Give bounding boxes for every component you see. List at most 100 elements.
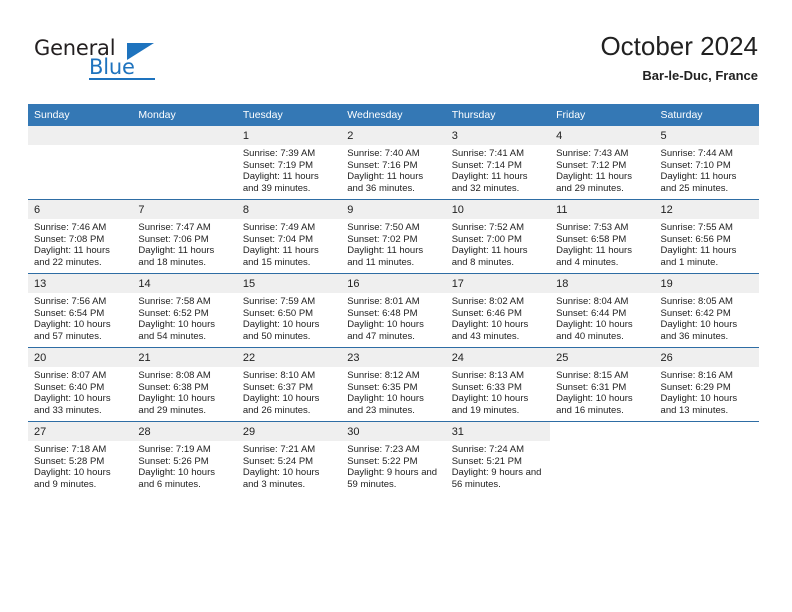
day-number: 31 xyxy=(445,422,551,441)
general-blue-logo[interactable]: General Blue xyxy=(34,36,164,86)
calendar-day-cell[interactable]: 1 Sunrise: 7:39 AM Sunset: 7:19 PM Daylight… xyxy=(236,126,342,200)
day-number: 6 xyxy=(28,200,133,219)
calendar-day-cell[interactable]: 21 Sunrise: 8:08 AM Sunset: 6:38 PM Dayligh… xyxy=(132,347,237,422)
day-cell-details: Sunrise: 8:12 AM Sunset: 6:35 PM Daylight:… xyxy=(341,367,445,416)
sunset-text: Sunset: 7:14 PM xyxy=(451,159,522,171)
sunset-text: Sunset: 6:56 PM xyxy=(660,233,731,245)
sunrise-text: Sunrise: 8:08 AM xyxy=(138,370,211,381)
calendar-day-cell[interactable]: 11 Sunrise: 7:53 AM Sunset: 6:58 PM Dayligh… xyxy=(550,199,655,274)
sunset-text: Sunset: 7:12 PM xyxy=(556,159,627,171)
calendar-day-cell[interactable]: 8 Sunrise: 7:49 AM Sunset: 7:04 PM Daylight… xyxy=(236,199,342,274)
daylight-text: Daylight: 11 hours and 4 minutes. xyxy=(556,245,632,268)
calendar-day-cell[interactable]: 7 Sunrise: 7:47 AM Sunset: 7:06 PM Daylight… xyxy=(132,199,237,274)
sunset-text: Sunset: 6:48 PM xyxy=(347,307,418,319)
day-number: 11 xyxy=(550,200,655,219)
day-cell-details: Sunrise: 8:10 AM Sunset: 6:37 PM Daylight:… xyxy=(237,367,341,416)
sunrise-text: Sunrise: 8:12 AM xyxy=(347,370,420,381)
day-number: 18 xyxy=(550,274,655,293)
daylight-text: Daylight: 10 hours and 50 minutes. xyxy=(242,319,320,342)
sunrise-text: Sunrise: 7:50 AM xyxy=(347,222,420,233)
day-number xyxy=(132,126,237,145)
calendar-day-cell[interactable]: 13 Sunrise: 7:56 AM Sunset: 6:54 PM Dayligh… xyxy=(28,273,133,348)
day-number: 28 xyxy=(132,422,237,441)
day-cell-inner xyxy=(132,126,237,199)
day-number: 29 xyxy=(236,422,342,441)
day-number: 23 xyxy=(341,348,446,367)
calendar-day-cell[interactable]: 19 Sunrise: 8:05 AM Sunset: 6:42 PM Dayligh… xyxy=(654,273,759,348)
calendar-day-cell[interactable]: 27 Sunrise: 7:18 AM Sunset: 5:28 PM Dayligh… xyxy=(28,421,133,495)
day-number: 9 xyxy=(341,200,446,219)
daylight-text: Daylight: 11 hours and 18 minutes. xyxy=(138,245,215,268)
calendar-day-cell[interactable]: 20 Sunrise: 8:07 AM Sunset: 6:40 PM Dayligh… xyxy=(28,347,133,422)
daylight-text: Daylight: 10 hours and 16 minutes. xyxy=(556,393,633,416)
day-cell-details: Sunrise: 7:39 AM Sunset: 7:19 PM Daylight:… xyxy=(237,145,341,194)
calendar-day-cell[interactable]: 4 Sunrise: 7:43 AM Sunset: 7:12 PM Daylight… xyxy=(550,126,655,200)
calendar-day-cell[interactable]: 17 Sunrise: 8:02 AM Sunset: 6:46 PM Dayligh… xyxy=(445,273,551,348)
daylight-text: Daylight: 11 hours and 39 minutes. xyxy=(242,171,319,194)
day-number: 17 xyxy=(445,274,551,293)
calendar-day-cell[interactable]: 14 Sunrise: 7:58 AM Sunset: 6:52 PM Dayligh… xyxy=(132,273,237,348)
calendar-day-cell[interactable]: 18 Sunrise: 8:04 AM Sunset: 6:44 PM Dayligh… xyxy=(550,273,655,348)
day-number: 30 xyxy=(341,422,446,441)
sunset-text: Sunset: 6:38 PM xyxy=(138,381,209,393)
day-number: 26 xyxy=(654,348,759,367)
calendar-day-cell[interactable]: 30 Sunrise: 7:23 AM Sunset: 5:22 PM Dayligh… xyxy=(341,421,446,495)
calendar-day-cell[interactable]: 28 Sunrise: 7:19 AM Sunset: 5:26 PM Dayligh… xyxy=(132,421,237,495)
sunset-text: Sunset: 7:00 PM xyxy=(451,233,522,245)
calendar-day-cell[interactable]: 12 Sunrise: 7:55 AM Sunset: 6:56 PM Dayligh… xyxy=(654,199,759,274)
calendar-day-cell[interactable]: 5 Sunrise: 7:44 AM Sunset: 7:10 PM Daylight… xyxy=(654,126,759,200)
daylight-text: Daylight: 10 hours and 36 minutes. xyxy=(660,319,738,342)
calendar-day-cell[interactable]: 25 Sunrise: 8:15 AM Sunset: 6:31 PM Dayligh… xyxy=(550,347,655,422)
daylight-text: Daylight: 10 hours and 57 minutes. xyxy=(34,319,111,342)
calendar-day-cell-empty xyxy=(654,421,759,495)
sunset-text: Sunset: 5:22 PM xyxy=(347,455,418,467)
day-number: 4 xyxy=(550,126,655,145)
calendar-day-cell[interactable]: 24 Sunrise: 8:13 AM Sunset: 6:33 PM Dayligh… xyxy=(445,347,551,422)
calendar-day-cell[interactable]: 16 Sunrise: 8:01 AM Sunset: 6:48 PM Dayligh… xyxy=(341,273,446,348)
calendar-week-row: 1 Sunrise: 7:39 AM Sunset: 7:19 PM Daylight… xyxy=(28,126,759,200)
calendar-day-cell[interactable]: 3 Sunrise: 7:41 AM Sunset: 7:14 PM Daylight… xyxy=(445,126,551,200)
daylight-text: Daylight: 10 hours and 47 minutes. xyxy=(347,319,424,342)
day-cell-inner: 6 Sunrise: 7:46 AM Sunset: 7:08 PM Daylight… xyxy=(28,200,133,273)
day-cell-inner: 16 Sunrise: 8:01 AM Sunset: 6:48 PM Dayligh… xyxy=(341,274,446,347)
sunrise-text: Sunrise: 8:04 AM xyxy=(556,296,629,307)
calendar-day-cell[interactable]: 2 Sunrise: 7:40 AM Sunset: 7:16 PM Daylight… xyxy=(341,126,446,200)
calendar-header-row: Sunday Monday Tuesday Wednesday Thursday Frid… xyxy=(28,104,759,126)
calendar-day-cell[interactable]: 31 Sunrise: 7:24 AM Sunset: 5:21 PM Dayligh… xyxy=(445,421,551,495)
day-cell-inner: 9 Sunrise: 7:50 AM Sunset: 7:02 PM Daylight… xyxy=(341,200,446,273)
day-cell-inner: 21 Sunrise: 8:08 AM Sunset: 6:38 PM Dayligh… xyxy=(132,348,237,421)
calendar-day-cell[interactable]: 9 Sunrise: 7:50 AM Sunset: 7:02 PM Daylight… xyxy=(341,199,446,274)
calendar-day-cell[interactable]: 23 Sunrise: 8:12 AM Sunset: 6:35 PM Dayligh… xyxy=(341,347,446,422)
daylight-text: Daylight: 9 hours and 56 minutes. xyxy=(451,467,542,490)
weekday-header-saturday: Saturday xyxy=(654,104,759,126)
day-cell-details: Sunrise: 8:15 AM Sunset: 6:31 PM Daylight:… xyxy=(550,367,654,416)
calendar-table: Sunday Monday Tuesday Wednesday Thursday Frid… xyxy=(28,104,759,495)
sunset-text: Sunset: 5:26 PM xyxy=(138,455,209,467)
day-cell-inner: 1 Sunrise: 7:39 AM Sunset: 7:19 PM Daylight… xyxy=(236,126,342,199)
sunset-text: Sunset: 6:46 PM xyxy=(451,307,522,319)
calendar-day-cell[interactable]: 15 Sunrise: 7:59 AM Sunset: 6:50 PM Dayligh… xyxy=(236,273,342,348)
calendar-day-cell[interactable]: 22 Sunrise: 8:10 AM Sunset: 6:37 PM Dayligh… xyxy=(236,347,342,422)
day-cell-details: Sunrise: 7:43 AM Sunset: 7:12 PM Daylight:… xyxy=(550,145,654,194)
sunrise-text: Sunrise: 8:15 AM xyxy=(556,370,629,381)
day-cell-details: Sunrise: 7:52 AM Sunset: 7:00 PM Daylight:… xyxy=(446,219,550,268)
calendar-day-cell[interactable]: 6 Sunrise: 7:46 AM Sunset: 7:08 PM Daylight… xyxy=(28,199,133,274)
day-cell-details: Sunrise: 7:40 AM Sunset: 7:16 PM Daylight:… xyxy=(341,145,445,194)
sunrise-text: Sunrise: 8:16 AM xyxy=(660,370,733,381)
calendar-day-cell[interactable]: 26 Sunrise: 8:16 AM Sunset: 6:29 PM Dayligh… xyxy=(654,347,759,422)
day-number: 19 xyxy=(654,274,759,293)
sunrise-text: Sunrise: 7:24 AM xyxy=(451,444,525,455)
day-cell-details: Sunrise: 7:44 AM Sunset: 7:10 PM Daylight:… xyxy=(655,145,759,194)
sunrise-text: Sunrise: 8:02 AM xyxy=(451,296,525,307)
day-cell-details: Sunrise: 7:18 AM Sunset: 5:28 PM Daylight:… xyxy=(28,441,132,490)
day-cell-inner: 4 Sunrise: 7:43 AM Sunset: 7:12 PM Daylight… xyxy=(550,126,655,199)
day-cell-inner: 23 Sunrise: 8:12 AM Sunset: 6:35 PM Dayligh… xyxy=(341,348,446,421)
sunset-text: Sunset: 6:52 PM xyxy=(138,307,209,319)
sunset-text: Sunset: 7:02 PM xyxy=(347,233,418,245)
calendar-day-cell-empty xyxy=(132,126,237,200)
day-cell-inner: 26 Sunrise: 8:16 AM Sunset: 6:29 PM Dayligh… xyxy=(654,348,759,421)
sunrise-text: Sunrise: 7:43 AM xyxy=(556,148,629,159)
calendar-day-cell[interactable]: 29 Sunrise: 7:21 AM Sunset: 5:24 PM Dayligh… xyxy=(236,421,342,495)
day-cell-inner: 3 Sunrise: 7:41 AM Sunset: 7:14 PM Daylight… xyxy=(445,126,551,199)
calendar-day-cell[interactable]: 10 Sunrise: 7:52 AM Sunset: 7:00 PM Dayligh… xyxy=(445,199,551,274)
